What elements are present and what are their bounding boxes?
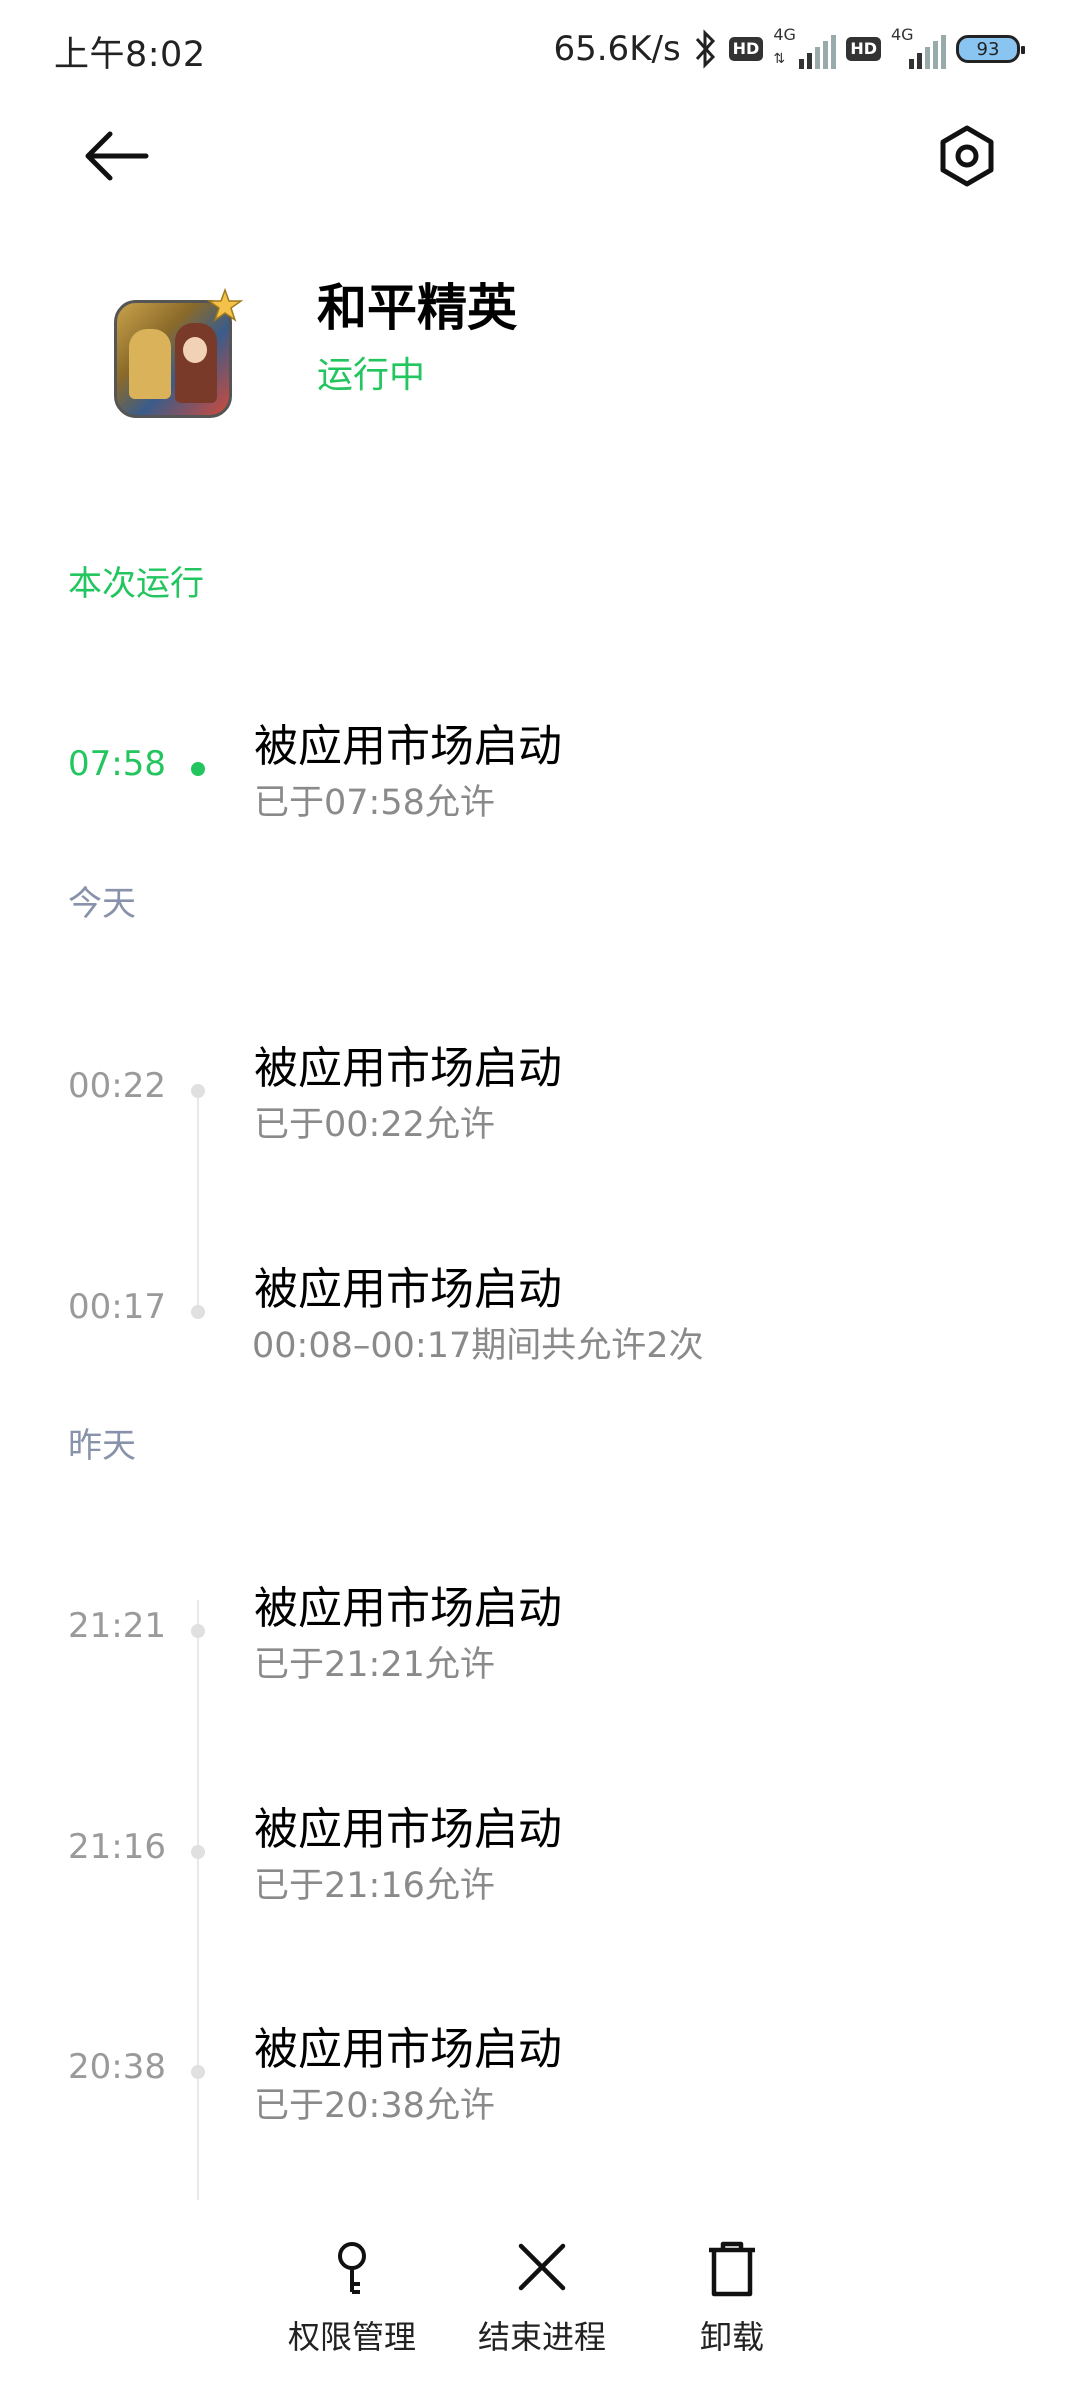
timeline-dot bbox=[191, 2065, 205, 2079]
signal-icon: 4G ⇅ bbox=[773, 25, 837, 69]
app-name: 和平精英 bbox=[317, 279, 517, 337]
entry-time: 20:38 bbox=[68, 2047, 166, 2087]
trash-icon bbox=[709, 2241, 755, 2297]
bluetooth-icon bbox=[695, 29, 715, 69]
key-icon bbox=[338, 2242, 366, 2294]
launch-entry: 00:17 被应用市场启动 00:08–00:17期间共允许2次 bbox=[0, 1253, 1080, 1383]
section-current-run: 本次运行 bbox=[68, 564, 204, 604]
network-speed: 65.6K/s bbox=[553, 29, 681, 69]
back-arrow-icon[interactable] bbox=[80, 126, 152, 186]
launch-entry: 21:21 被应用市场启动 已于21:21允许 bbox=[0, 1572, 1080, 1702]
signal-label: 4G bbox=[773, 25, 796, 44]
launch-entry: 21:16 被应用市场启动 已于21:16允许 bbox=[0, 1793, 1080, 1923]
timeline-dot bbox=[191, 1845, 205, 1859]
entry-subtitle: 已于20:38允许 bbox=[254, 2086, 495, 2126]
uninstall-button[interactable]: 卸载 bbox=[642, 2200, 822, 2356]
entry-subtitle: 已于07:58允许 bbox=[254, 783, 495, 823]
entry-title: 被应用市场启动 bbox=[254, 2024, 562, 2075]
data-arrows-icon: ⇅ bbox=[773, 51, 786, 67]
star-badge-icon bbox=[207, 288, 243, 322]
entry-time: 21:21 bbox=[68, 1606, 166, 1646]
end-process-label: 结束进程 bbox=[477, 2318, 606, 2356]
hd-badge: HD bbox=[728, 37, 764, 61]
close-icon bbox=[518, 2243, 566, 2291]
entry-time: 21:16 bbox=[68, 1827, 166, 1867]
section-today: 今天 bbox=[68, 884, 136, 924]
launch-entry: 00:22 被应用市场启动 已于00:22允许 bbox=[0, 1032, 1080, 1162]
signal-icon-2: 4G bbox=[891, 25, 946, 69]
entry-time: 00:22 bbox=[68, 1066, 166, 1106]
hd-badge-2: HD bbox=[846, 37, 881, 61]
end-process-button[interactable]: 结束进程 bbox=[452, 2200, 632, 2356]
entry-subtitle: 已于21:21允许 bbox=[254, 1645, 495, 1685]
status-bar: 上午8:02 65.6K/s HD 4G ⇅ HD 4G 93 bbox=[0, 0, 1080, 100]
signal-label-2: 4G bbox=[891, 25, 914, 44]
entry-subtitle: 已于21:16允许 bbox=[254, 1866, 495, 1906]
timeline-dot bbox=[191, 1305, 205, 1319]
app-running-status: 运行中 bbox=[317, 355, 426, 396]
battery-icon: 93 bbox=[956, 35, 1025, 63]
section-yesterday: 昨天 bbox=[68, 1426, 136, 1466]
entry-title: 被应用市场启动 bbox=[254, 1583, 562, 1634]
timeline-dot bbox=[191, 1624, 205, 1638]
bottom-action-bar: 权限管理 结束进程 卸载 bbox=[0, 2200, 1080, 2400]
timeline-dot bbox=[191, 1084, 205, 1098]
battery-level: 93 bbox=[976, 38, 1000, 60]
status-icons: 65.6K/s HD 4G ⇅ HD 4G 93 bbox=[553, 24, 1025, 74]
settings-icon[interactable] bbox=[935, 124, 999, 188]
entry-subtitle: 00:08–00:17期间共允许2次 bbox=[252, 1326, 704, 1366]
launch-entry: 20:38 被应用市场启动 已于20:38允许 bbox=[0, 2013, 1080, 2143]
entry-time: 07:58 bbox=[68, 744, 166, 784]
launch-entry: 07:58 被应用市场启动 已于07:58允许 bbox=[0, 710, 1080, 840]
entry-title: 被应用市场启动 bbox=[254, 1804, 562, 1855]
entry-title: 被应用市场启动 bbox=[254, 721, 562, 772]
uninstall-label: 卸载 bbox=[699, 2318, 764, 2356]
entry-subtitle: 已于00:22允许 bbox=[254, 1105, 495, 1145]
permissions-label: 权限管理 bbox=[287, 2318, 416, 2356]
entry-title: 被应用市场启动 bbox=[254, 1043, 562, 1094]
timeline-dot bbox=[191, 762, 205, 776]
entry-time: 00:17 bbox=[68, 1287, 166, 1327]
status-time: 上午8:02 bbox=[54, 35, 206, 75]
entry-title: 被应用市场启动 bbox=[254, 1264, 562, 1315]
permissions-button[interactable]: 权限管理 bbox=[262, 2200, 442, 2356]
